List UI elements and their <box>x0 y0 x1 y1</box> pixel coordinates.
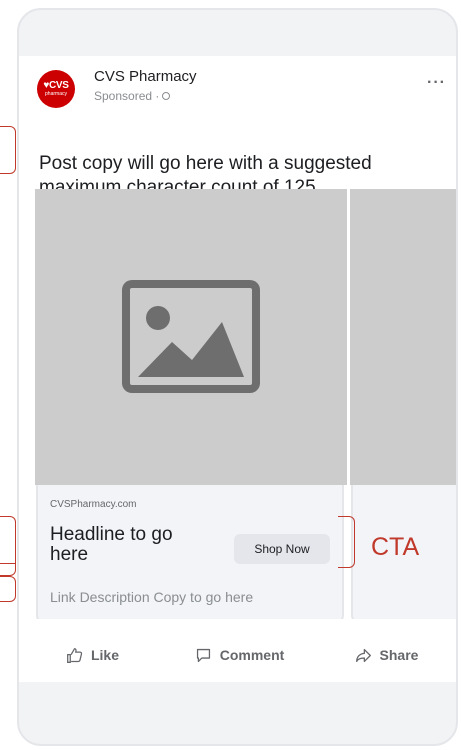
comment-button[interactable]: Comment <box>166 634 313 676</box>
card-image-placeholder[interactable] <box>350 189 456 485</box>
thumbs-up-icon <box>67 647 83 663</box>
image-placeholder-icon <box>122 280 260 393</box>
avatar-brand-text: ♥CVS <box>43 80 69 91</box>
card-headline: Headline to go here <box>50 524 173 565</box>
like-button[interactable]: Like <box>19 634 166 676</box>
shop-now-button[interactable]: Shop Now <box>234 534 330 564</box>
avatar[interactable]: ♥CVS pharmacy <box>37 70 75 108</box>
card-footer[interactable]: CVSPharmacy.com Headline to go here Shop… <box>36 485 344 619</box>
link-domain: CVSPharmacy.com <box>50 499 137 510</box>
comment-label: Comment <box>219 647 285 663</box>
cta-annotation-bracket <box>338 516 355 568</box>
sponsored-text: Sponsored · <box>94 89 160 103</box>
action-bar: Like Comment Share <box>19 634 456 676</box>
headline-annotation-bracket <box>0 516 16 576</box>
headline-annotation-line <box>0 563 16 564</box>
sponsored-post: ♥CVS pharmacy CVS Pharmacy Sponsored · ·… <box>19 56 456 682</box>
card-image-placeholder[interactable] <box>35 189 347 485</box>
cta-annotation-label: CTA <box>371 533 420 561</box>
more-options-icon[interactable]: ··· <box>427 74 446 92</box>
phone-frame: ♥CVS pharmacy CVS Pharmacy Sponsored · ·… <box>17 8 458 746</box>
comment-icon <box>196 648 210 662</box>
carousel-card[interactable]: CVSPharmacy.com Headline to go here Shop… <box>35 189 347 619</box>
link-description: Link Description Copy to go here <box>50 589 254 605</box>
avatar-sub-text: pharmacy <box>45 91 67 97</box>
share-icon <box>355 648 371 662</box>
copy-annotation-bracket <box>0 126 16 174</box>
share-label: Share <box>379 647 419 663</box>
page-name[interactable]: CVS Pharmacy <box>94 68 197 85</box>
like-label: Like <box>90 647 119 663</box>
description-annotation-bracket <box>0 576 16 602</box>
share-button[interactable]: Share <box>313 634 456 676</box>
globe-icon <box>162 92 171 100</box>
sponsored-label: Sponsored · <box>94 89 171 103</box>
